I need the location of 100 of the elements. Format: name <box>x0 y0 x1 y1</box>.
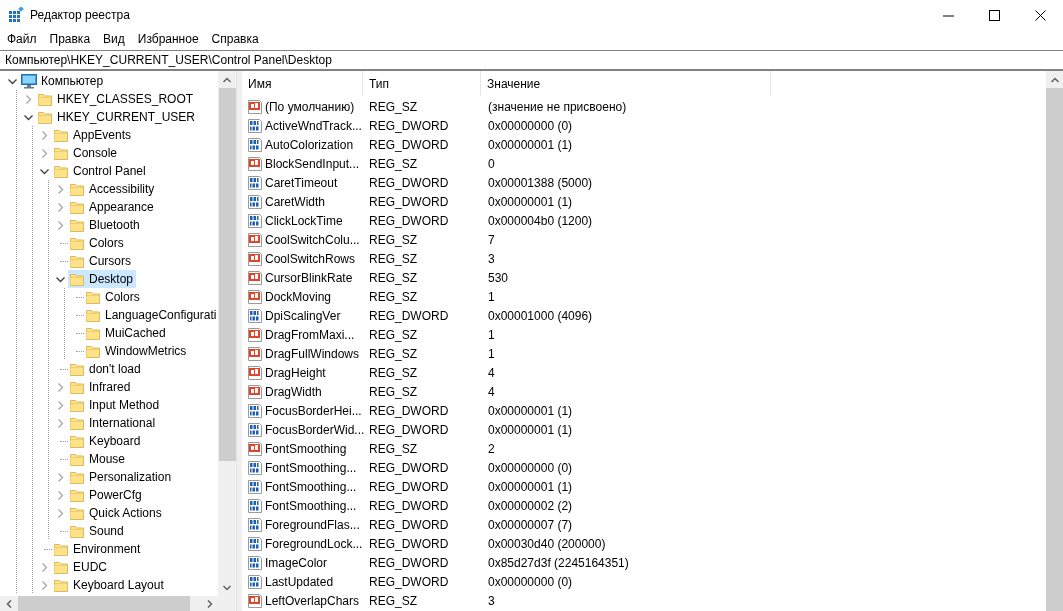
binary-value-icon <box>247 307 263 324</box>
value-name[interactable]: LeftOverlapChars <box>242 592 363 609</box>
chevron-down-icon[interactable] <box>39 166 49 176</box>
tree-item[interactable]: PowerCfg <box>68 486 145 504</box>
chevron-right-icon[interactable] <box>55 472 65 482</box>
chevron-right-icon[interactable] <box>55 202 65 212</box>
chevron-right-icon[interactable] <box>39 148 49 158</box>
scroll-left-icon[interactable] <box>4 599 13 608</box>
value-name[interactable]: FontSmoothing... <box>242 459 363 476</box>
tree-item[interactable]: Infrared <box>68 378 134 396</box>
binary-value-icon <box>247 402 263 419</box>
value-name[interactable]: DpiScalingVer <box>242 307 363 324</box>
value-name[interactable]: CoolSwitchColu... <box>242 231 363 248</box>
chevron-right-icon[interactable] <box>55 400 65 410</box>
value-name[interactable]: FontSmoothing... <box>242 497 363 514</box>
value-name[interactable]: CursorBlinkRate <box>242 269 363 286</box>
folder-icon <box>69 487 85 503</box>
tree-item[interactable]: Colors <box>84 288 143 306</box>
computer-icon <box>21 73 37 89</box>
value-name[interactable]: BlockSendInput... <box>242 155 363 172</box>
tree-item[interactable]: Control Panel <box>52 162 149 180</box>
value-name[interactable]: FocusBorderHei... <box>242 402 363 419</box>
value-name[interactable]: ForegroundLock... <box>242 535 363 552</box>
value-data: 0 <box>487 156 496 171</box>
value-name[interactable]: AutoColorization <box>242 136 363 153</box>
value-name[interactable]: DragFromMaxi... <box>242 326 363 343</box>
value-name[interactable]: CoolSwitchRows <box>242 250 363 267</box>
tree-item[interactable]: Colors <box>68 234 127 252</box>
tree-item[interactable]: Input Method <box>68 396 163 414</box>
menu-item[interactable]: Файл <box>0 30 43 48</box>
tree-item[interactable]: Console <box>52 144 121 162</box>
value-name[interactable]: (По умолчанию) <box>242 98 363 115</box>
value-name[interactable]: CaretWidth <box>242 193 363 210</box>
vertical-scrollbar[interactable] <box>218 71 236 596</box>
value-name[interactable]: LastUpdated <box>242 573 363 590</box>
chevron-right-icon[interactable] <box>55 382 65 392</box>
value-data: 530 <box>487 270 510 285</box>
horizontal-scrollbar[interactable] <box>0 596 218 611</box>
scroll-up-icon[interactable] <box>1050 75 1059 84</box>
value-name[interactable]: ClickLockTime <box>242 212 363 229</box>
chevron-right-icon[interactable] <box>55 508 65 518</box>
binary-value-icon <box>247 478 263 495</box>
tree-item[interactable]: Accessibility <box>68 180 158 198</box>
scroll-right-icon[interactable] <box>205 599 214 608</box>
chevron-right-icon[interactable] <box>39 562 49 572</box>
chevron-down-icon[interactable] <box>23 112 33 122</box>
menu-item[interactable]: Вид <box>96 30 131 48</box>
scroll-up-icon[interactable] <box>223 75 231 84</box>
chevron-right-icon[interactable] <box>39 580 49 590</box>
value-name[interactable]: ImageColor <box>242 554 363 571</box>
value-name[interactable]: DragHeight <box>242 364 363 381</box>
tree-item[interactable]: International <box>68 414 159 432</box>
value-name[interactable]: FocusBorderWid... <box>242 421 363 438</box>
chevron-right-icon[interactable] <box>55 490 65 500</box>
value-name[interactable]: ForegroundFlas... <box>242 516 363 533</box>
tree-item[interactable]: Environment <box>52 540 144 558</box>
value-type: REG_DWORD <box>368 308 450 323</box>
menu-item[interactable]: Избранное <box>130 30 205 48</box>
tree-item[interactable]: Appearance <box>68 198 157 216</box>
tree-item[interactable]: HKEY_CURRENT_USER <box>36 108 199 126</box>
tree-item[interactable]: Keyboard <box>68 432 144 450</box>
value-name[interactable]: CaretTimeout <box>242 174 363 191</box>
tree-item[interactable]: EUDC <box>52 558 110 576</box>
tree-item[interactable]: don't load <box>68 360 144 378</box>
tree-item[interactable]: MuiCached <box>84 324 169 342</box>
value-name[interactable]: DockMoving <box>242 288 363 305</box>
tree-item[interactable]: HKEY_CLASSES_ROOT <box>36 90 197 108</box>
tree-item[interactable]: AppEvents <box>52 126 135 144</box>
value-data: 0x85d27d3f (2245164351) <box>487 555 630 570</box>
value-name[interactable]: DragFullWindows <box>242 345 363 362</box>
scroll-down-icon[interactable] <box>223 583 231 592</box>
tree-item[interactable]: Sound <box>68 522 127 540</box>
tree-item[interactable]: WindowMetrics <box>84 342 190 360</box>
value-type: REG_SZ <box>368 251 418 266</box>
tree-item[interactable]: LanguageConfigurati <box>84 306 218 324</box>
chevron-right-icon[interactable] <box>55 220 65 230</box>
chevron-right-icon[interactable] <box>39 130 49 140</box>
value-name[interactable]: DragWidth <box>242 383 363 400</box>
tree-item[interactable]: Mouse <box>68 450 129 468</box>
tree-item[interactable]: Personalization <box>68 468 175 486</box>
chevron-right-icon[interactable] <box>23 94 33 104</box>
value-name[interactable]: FontSmoothing <box>242 440 363 457</box>
vertical-scrollbar[interactable] <box>1046 71 1063 611</box>
value-name[interactable]: FontSmoothing... <box>242 478 363 495</box>
chevron-right-icon[interactable] <box>55 184 65 194</box>
value-name[interactable]: ActiveWndTrack... <box>242 117 363 134</box>
chevron-right-icon[interactable] <box>55 418 65 428</box>
tree-item[interactable]: Cursors <box>68 252 134 270</box>
menu-item[interactable]: Правка <box>42 30 97 48</box>
chevron-down-icon[interactable] <box>55 274 65 284</box>
tree-item[interactable]: Quick Actions <box>68 504 165 522</box>
chevron-down-icon[interactable] <box>7 76 17 86</box>
tree-item[interactable]: Keyboard Layout <box>52 576 167 594</box>
tree-item[interactable]: Desktop <box>68 270 137 288</box>
string-value-icon <box>247 98 263 115</box>
value-data: 3 <box>487 251 496 266</box>
tree-item[interactable]: Компьютер <box>20 72 107 90</box>
tree-item[interactable]: Bluetooth <box>68 216 143 234</box>
menu-item[interactable]: Справка <box>204 30 265 48</box>
value-name-text: CoolSwitchColu... <box>265 232 360 247</box>
